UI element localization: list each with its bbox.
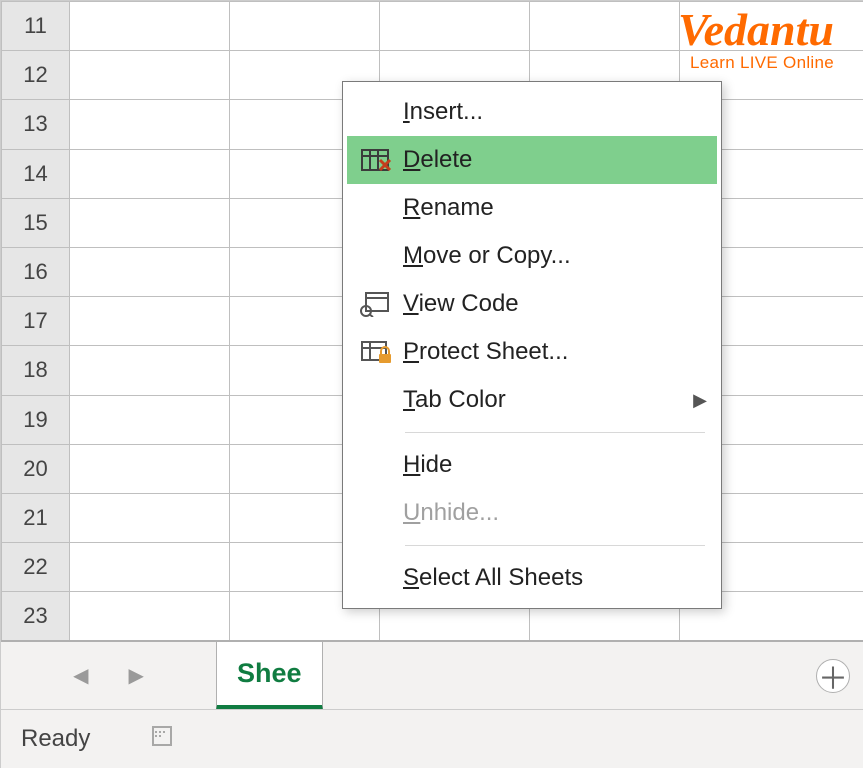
row-header[interactable]: 23 [2, 592, 70, 641]
row-header[interactable]: 18 [2, 346, 70, 395]
menu-label: Move or Copy... [403, 242, 707, 270]
row-header[interactable]: 20 [2, 444, 70, 493]
menu-item-move-or-copy[interactable]: Move or Copy... [347, 232, 717, 280]
cell[interactable] [530, 2, 680, 51]
cell[interactable] [680, 2, 863, 51]
row-header[interactable]: 17 [2, 297, 70, 346]
sheet-tab-bar: ◀ ▶ Shee ＋ [1, 640, 863, 709]
menu-item-select-all-sheets[interactable]: Select All Sheets [347, 554, 717, 602]
menu-item-tab-color[interactable]: Tab Color ▶ [347, 376, 717, 424]
cell[interactable] [70, 149, 230, 198]
submenu-arrow-icon: ▶ [693, 390, 707, 411]
menu-label: Tab Color [403, 386, 693, 414]
menu-item-protect-sheet[interactable]: Protect Sheet... [347, 328, 717, 376]
sheet-context-menu: Insert... Delete Rename Move or Copy... … [342, 81, 722, 609]
row-header[interactable]: 15 [2, 198, 70, 247]
cell[interactable] [70, 395, 230, 444]
prev-sheet-icon[interactable]: ◀ [73, 663, 88, 688]
menu-item-insert[interactable]: Insert... [347, 88, 717, 136]
menu-label: Select All Sheets [403, 564, 707, 592]
row-header[interactable]: 12 [2, 51, 70, 100]
menu-item-delete[interactable]: Delete [347, 136, 717, 184]
menu-item-rename[interactable]: Rename [347, 184, 717, 232]
menu-label: Rename [403, 194, 707, 222]
row-header[interactable]: 11 [2, 2, 70, 51]
table-row: 11 [2, 2, 863, 51]
next-sheet-icon[interactable]: ▶ [129, 663, 144, 688]
status-bar: Ready [1, 709, 863, 768]
cell[interactable] [70, 543, 230, 592]
row-header[interactable]: 19 [2, 395, 70, 444]
menu-item-hide[interactable]: Hide [347, 441, 717, 489]
add-sheet-button[interactable]: ＋ [816, 659, 850, 693]
cell[interactable] [70, 444, 230, 493]
row-header[interactable]: 14 [2, 149, 70, 198]
delete-sheet-icon [351, 146, 403, 174]
row-header[interactable]: 21 [2, 493, 70, 542]
menu-item-unhide: Unhide... [347, 489, 717, 537]
cell[interactable] [70, 346, 230, 395]
protect-sheet-icon [351, 338, 403, 366]
cell[interactable] [70, 2, 230, 51]
menu-label: Protect Sheet... [403, 338, 707, 366]
menu-separator [405, 432, 705, 433]
cell[interactable] [70, 297, 230, 346]
menu-separator [405, 545, 705, 546]
cell[interactable] [70, 247, 230, 296]
row-header[interactable]: 16 [2, 247, 70, 296]
cell[interactable] [230, 2, 380, 51]
menu-label: Hide [403, 451, 707, 479]
cell[interactable] [70, 51, 230, 100]
menu-label: View Code [403, 290, 707, 318]
row-header[interactable]: 22 [2, 543, 70, 592]
cell[interactable] [380, 2, 530, 51]
menu-label: Insert... [403, 98, 707, 126]
view-code-icon [351, 291, 403, 317]
row-header[interactable]: 13 [2, 100, 70, 149]
sheet-tab[interactable]: Shee [216, 642, 323, 710]
status-ready: Ready [21, 725, 90, 753]
menu-label: Unhide... [403, 499, 707, 527]
cell[interactable] [70, 493, 230, 542]
menu-label: Delete [403, 146, 707, 174]
cell[interactable] [70, 100, 230, 149]
cell[interactable] [70, 592, 230, 641]
cell[interactable] [70, 198, 230, 247]
menu-item-view-code[interactable]: View Code [347, 280, 717, 328]
macro-record-icon[interactable] [150, 725, 176, 754]
